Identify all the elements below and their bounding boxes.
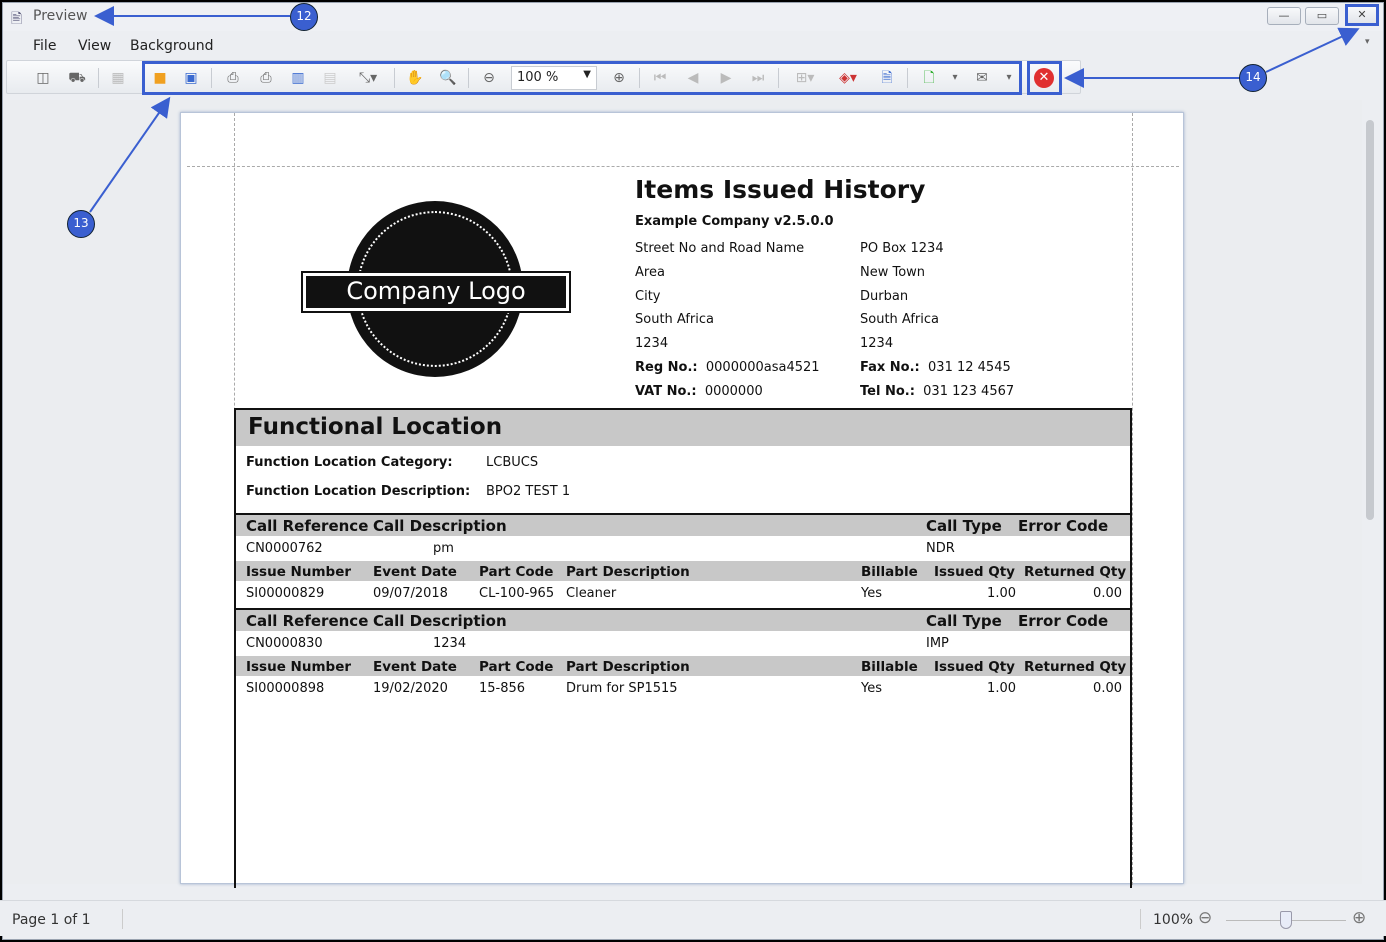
- annotation-badge-14: 14: [1239, 64, 1267, 92]
- annotation-badge-13: 13: [67, 210, 95, 238]
- annotation-badge-12: 12: [290, 3, 318, 31]
- annotation-arrows: [89, 6, 1360, 213]
